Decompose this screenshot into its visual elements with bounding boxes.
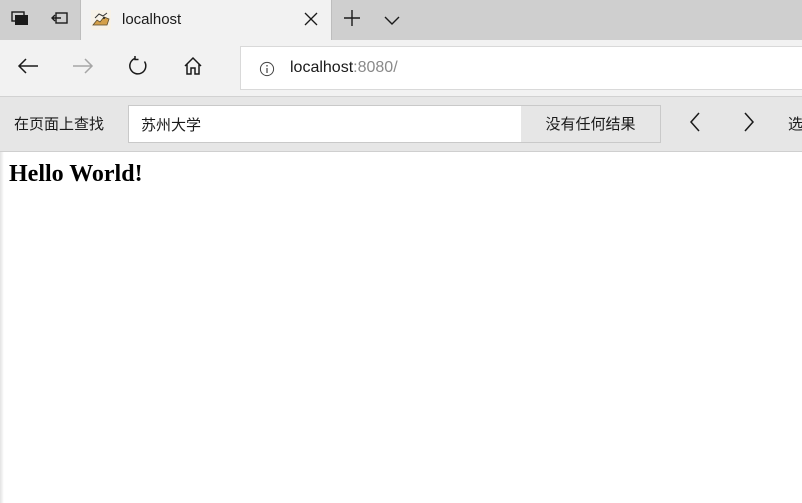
find-result-status: 没有任何结果: [521, 105, 661, 143]
arrow-left-icon: [17, 57, 39, 79]
home-icon: [183, 56, 203, 80]
tab-title: localhost: [122, 11, 182, 28]
tabs-aside-icon: [10, 8, 30, 32]
url-host: localhost: [290, 59, 354, 76]
find-next-button[interactable]: [732, 107, 766, 141]
forward-button[interactable]: [63, 48, 103, 88]
close-icon: [304, 11, 318, 30]
new-tab-button[interactable]: [338, 6, 366, 34]
find-bar: 在页面上查找 没有任何结果 选: [0, 96, 802, 152]
tab-list-button[interactable]: [378, 6, 406, 34]
refresh-icon: [127, 55, 149, 81]
find-previous-button[interactable]: [678, 107, 712, 141]
find-input[interactable]: [128, 105, 522, 143]
back-button[interactable]: [8, 48, 48, 88]
find-options-button[interactable]: 选: [788, 97, 802, 151]
window-edge-shadow: [0, 152, 4, 503]
tomcat-favicon-icon: [91, 10, 111, 30]
refresh-button[interactable]: [118, 48, 158, 88]
chevron-down-icon: [384, 11, 400, 30]
arrow-right-icon: [72, 57, 94, 79]
chevron-left-icon: [689, 112, 701, 136]
tabs-aside-button[interactable]: [0, 0, 40, 40]
show-set-aside-tabs-button[interactable]: [40, 0, 80, 40]
navigation-bar: localhost:8080/: [0, 40, 802, 96]
address-bar[interactable]: localhost:8080/: [240, 46, 802, 90]
page-heading: Hello World!: [9, 161, 143, 187]
tab-strip: localhost: [0, 0, 802, 40]
plus-icon: [343, 9, 361, 31]
show-set-aside-tabs-icon: [50, 8, 70, 32]
home-button[interactable]: [173, 48, 213, 88]
url-rest: :8080/: [353, 59, 398, 76]
tab-localhost[interactable]: localhost: [80, 0, 332, 40]
find-label: 在页面上查找: [14, 115, 105, 133]
tab-close-button[interactable]: [299, 8, 323, 32]
info-icon[interactable]: [257, 59, 277, 79]
url-text[interactable]: localhost:8080/: [290, 47, 398, 89]
chevron-right-icon: [743, 112, 755, 136]
